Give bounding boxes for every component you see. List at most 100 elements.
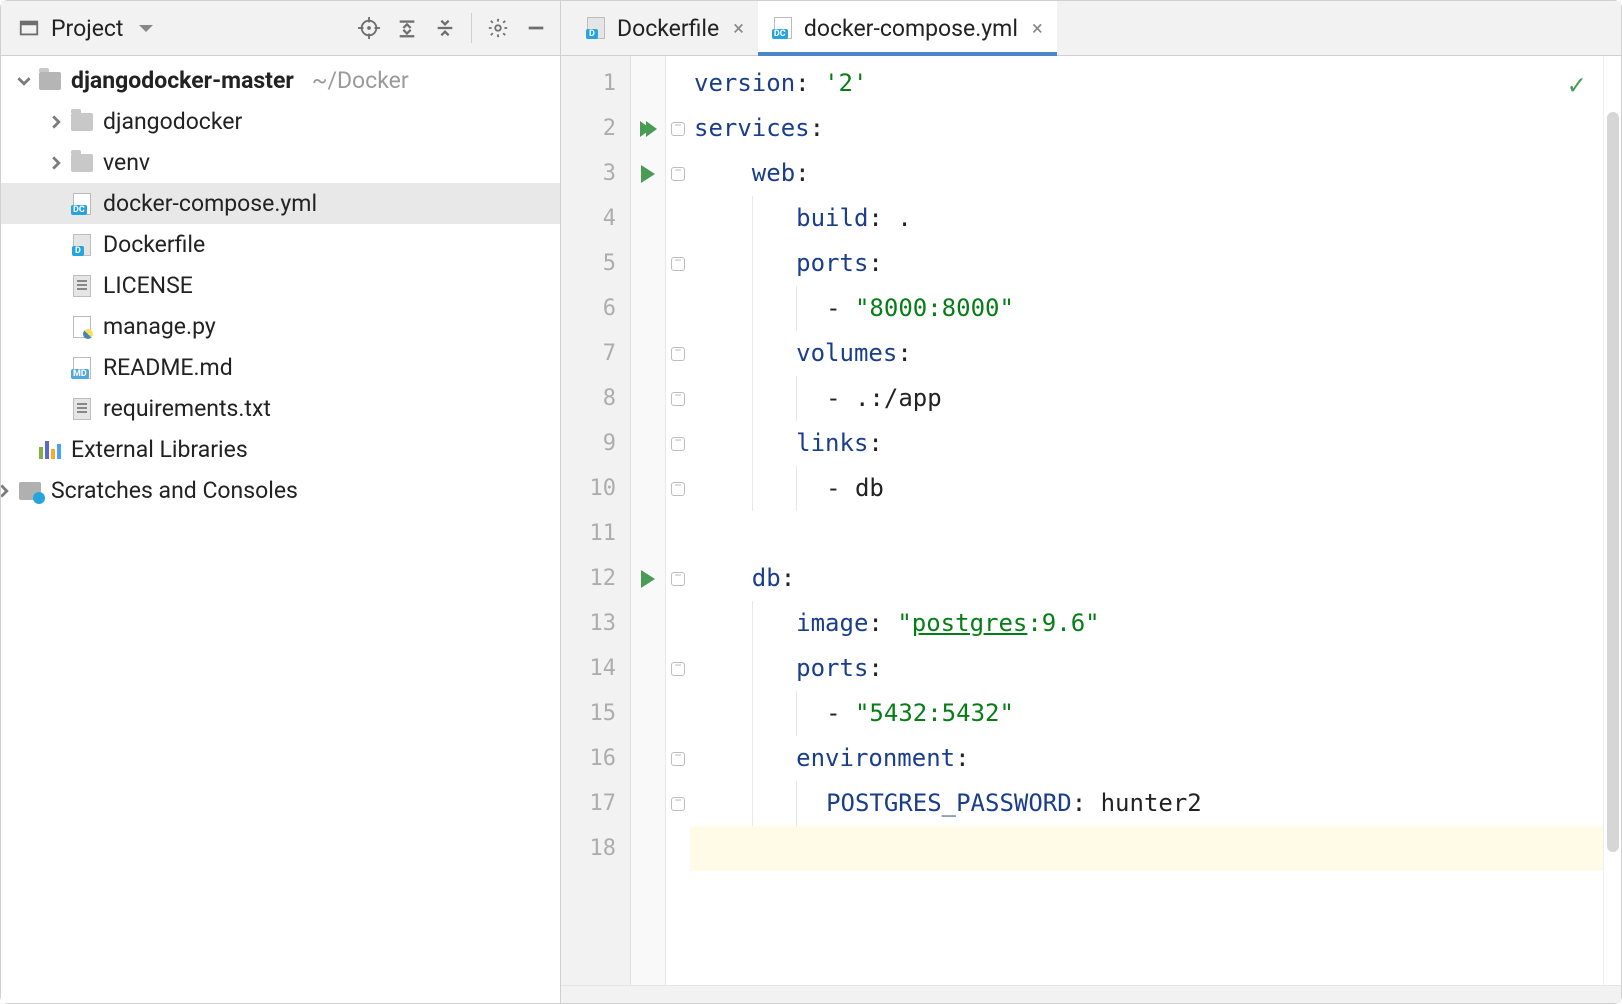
project-view-icon: [17, 16, 41, 40]
chevron-right-icon: [47, 113, 65, 131]
line-number[interactable]: 6: [561, 286, 630, 331]
tree-label: manage.py: [103, 313, 216, 340]
scratches-icon: [19, 480, 41, 502]
markdown-file-icon: [71, 357, 93, 379]
tree-file[interactable]: Dockerfile: [1, 224, 560, 265]
hide-icon[interactable]: [524, 16, 548, 40]
run-service-icon[interactable]: [631, 556, 665, 601]
project-tree: djangodocker-master ~/Docker djangodocke…: [1, 56, 560, 1003]
gear-icon[interactable]: [486, 16, 510, 40]
editor-body: 1 2 3 4 5 6 7 8 9 10 11 12 13 14 15 16 1…: [561, 56, 1621, 985]
fold-toggle[interactable]: [666, 556, 690, 601]
editor-tab-active[interactable]: docker-compose.yml ×: [758, 1, 1057, 55]
tree-label: LICENSE: [103, 272, 193, 299]
line-number[interactable]: 11: [561, 511, 630, 556]
line-number[interactable]: 9: [561, 421, 630, 466]
fold-toggle[interactable]: [666, 331, 690, 376]
sidebar-toolbar: Project: [1, 1, 560, 56]
tree-scratches[interactable]: Scratches and Consoles: [1, 470, 560, 511]
line-number[interactable]: 2: [561, 106, 630, 151]
tree-label: Dockerfile: [103, 231, 205, 258]
line-number-gutter: 1 2 3 4 5 6 7 8 9 10 11 12 13 14 15 16 1…: [561, 56, 631, 985]
tree-folder[interactable]: venv: [1, 142, 560, 183]
tree-file[interactable]: README.md: [1, 347, 560, 388]
line-number[interactable]: 12: [561, 556, 630, 601]
fold-toggle[interactable]: [666, 106, 690, 151]
line-number[interactable]: 15: [561, 691, 630, 736]
line-number[interactable]: 17: [561, 781, 630, 826]
tree-label: Scratches and Consoles: [51, 477, 298, 504]
line-number[interactable]: 13: [561, 601, 630, 646]
close-icon[interactable]: ×: [1032, 16, 1043, 40]
dockerfile-icon: [585, 17, 607, 39]
fold-toggle[interactable]: [666, 466, 690, 511]
inspection-ok-icon[interactable]: ✓: [1568, 68, 1585, 101]
line-number[interactable]: 16: [561, 736, 630, 781]
tree-path: ~/Docker: [312, 67, 409, 94]
folder-icon: [71, 152, 93, 174]
fold-toggle[interactable]: [666, 376, 690, 421]
editor-tabs: Dockerfile × docker-compose.yml ×: [561, 1, 1621, 56]
dockerfile-icon: [71, 234, 93, 256]
fold-toggle[interactable]: [666, 781, 690, 826]
fold-toggle[interactable]: [666, 151, 690, 196]
fold-toggle[interactable]: [666, 241, 690, 286]
sidebar-title: Project: [51, 15, 123, 42]
dropdown-arrow-icon: [139, 25, 153, 32]
expand-all-icon[interactable]: [395, 16, 419, 40]
line-number[interactable]: 5: [561, 241, 630, 286]
tree-label: docker-compose.yml: [103, 190, 317, 217]
tree-file[interactable]: requirements.txt: [1, 388, 560, 429]
line-number[interactable]: 4: [561, 196, 630, 241]
fold-toggle[interactable]: [666, 646, 690, 691]
horizontal-scrollbar[interactable]: [561, 985, 1621, 1003]
tree-file[interactable]: manage.py: [1, 306, 560, 347]
line-number[interactable]: 18: [561, 826, 630, 871]
project-view-selector[interactable]: Project: [17, 15, 357, 42]
editor-scrollbar[interactable]: [1603, 56, 1621, 985]
tree-label: requirements.txt: [103, 395, 271, 422]
tree-label: djangodocker: [103, 108, 242, 135]
scrollbar-thumb[interactable]: [1607, 112, 1619, 852]
fold-toggle[interactable]: [666, 736, 690, 781]
tree-root[interactable]: djangodocker-master ~/Docker: [1, 60, 560, 101]
tab-label: Dockerfile: [617, 15, 719, 42]
collapse-all-icon[interactable]: [433, 16, 457, 40]
project-sidebar: Project: [1, 1, 561, 1003]
toolbar-separator: [471, 13, 473, 43]
tree-label: venv: [103, 149, 150, 176]
folder-icon: [39, 70, 61, 92]
tree-label: djangodocker-master: [71, 67, 294, 94]
tree-external-libraries[interactable]: External Libraries: [1, 429, 560, 470]
docker-compose-file-icon: [71, 193, 93, 215]
docker-compose-file-icon: [772, 17, 794, 39]
tree-file-selected[interactable]: docker-compose.yml: [1, 183, 560, 224]
fold-toggle[interactable]: [666, 421, 690, 466]
line-number[interactable]: 1: [561, 61, 630, 106]
editor-tab[interactable]: Dockerfile ×: [571, 1, 758, 55]
line-number[interactable]: 7: [561, 331, 630, 376]
chevron-down-icon: [15, 72, 33, 90]
line-number[interactable]: 3: [561, 151, 630, 196]
text-file-icon: [71, 398, 93, 420]
line-number[interactable]: 8: [561, 376, 630, 421]
close-icon[interactable]: ×: [733, 16, 744, 40]
line-number[interactable]: 14: [561, 646, 630, 691]
code-editor[interactable]: version: '2' services: web: build: . por…: [690, 56, 1603, 985]
editor-area: Dockerfile × docker-compose.yml × 1 2 3 …: [561, 1, 1621, 1003]
line-number[interactable]: 10: [561, 466, 630, 511]
run-services-icon[interactable]: [631, 106, 665, 151]
tree-label: README.md: [103, 354, 233, 381]
text-file-icon: [71, 275, 93, 297]
python-file-icon: [71, 316, 93, 338]
tree-file[interactable]: LICENSE: [1, 265, 560, 306]
chevron-right-icon: [1, 482, 13, 500]
libraries-icon: [39, 439, 61, 461]
tree-folder[interactable]: djangodocker: [1, 101, 560, 142]
fold-gutter: [666, 56, 690, 985]
run-service-icon[interactable]: [631, 151, 665, 196]
locate-icon[interactable]: [357, 16, 381, 40]
chevron-right-icon: [47, 154, 65, 172]
tree-label: External Libraries: [71, 436, 248, 463]
run-gutter: [631, 56, 666, 985]
